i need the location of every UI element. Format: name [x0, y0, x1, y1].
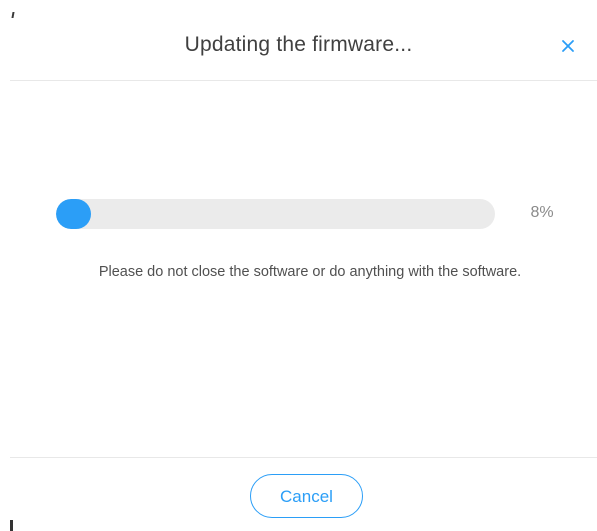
progress-fill	[56, 199, 92, 229]
progress-bar	[56, 199, 495, 229]
header-divider	[10, 80, 597, 81]
firmware-update-dialog: Updating the firmware... 8% Please do no…	[0, 0, 597, 531]
close-button[interactable]	[557, 35, 579, 57]
dialog-header: Updating the firmware...	[0, 0, 597, 80]
cancel-button[interactable]: Cancel	[250, 474, 363, 518]
close-icon	[557, 35, 579, 57]
footer-divider	[10, 457, 597, 458]
dialog-title: Updating the firmware...	[184, 33, 413, 56]
progress-percent: 8%	[530, 204, 554, 221]
warning-message: Please do not close the software or do a…	[98, 264, 522, 280]
window-corner-mark-bottom	[10, 520, 13, 531]
